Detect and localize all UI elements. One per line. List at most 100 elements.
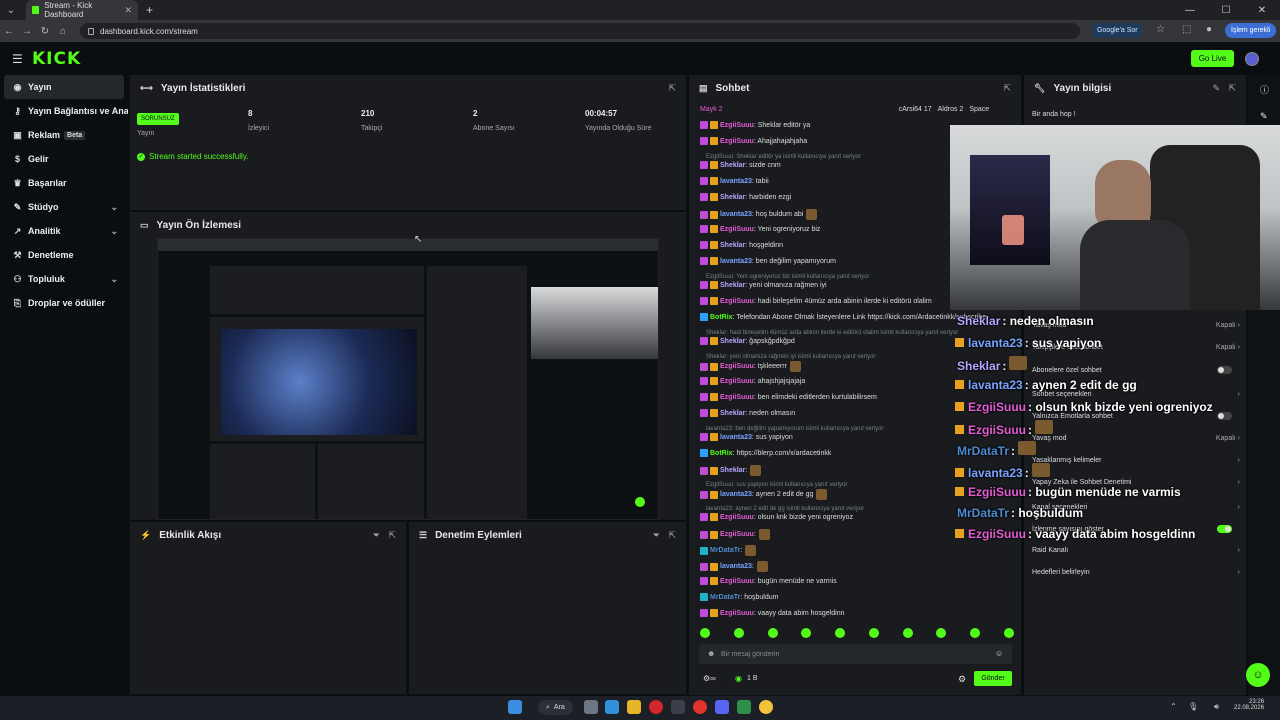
settings-row[interactable]: Abonelere özel sohbet [1032,366,1240,374]
sidebar-item-denetleme[interactable]: ⚒ Denetleme [0,243,128,267]
settings-row[interactable]: Yavaş mod Kapalı › [1032,435,1240,442]
chat-username[interactable]: BotRix [710,314,733,321]
start-icon[interactable] [508,700,522,714]
close-tab-icon[interactable]: ✕ [124,5,132,16]
chat-username[interactable]: lavanta23 [720,258,752,265]
discord-icon[interactable] [715,700,729,714]
star-icon[interactable]: ☆ [1156,24,1165,35]
toggle-switch[interactable] [1217,366,1232,374]
menu-icon[interactable]: ☰ [12,52,23,66]
settings-row[interactable]: Sohbet seçenekleri › [1032,391,1240,398]
chat-username[interactable]: lavanta23 [720,178,752,185]
popout-icon[interactable]: ⇱ [1003,83,1011,94]
emote-icon[interactable] [902,628,913,638]
filter-icon[interactable]: ⏷ [373,530,380,541]
top-supporter[interactable]: Aldros 2 [938,106,964,113]
edit-icon[interactable]: ✎ [1212,83,1220,94]
chat-username[interactable]: EzgiiSuuu [720,363,754,370]
app-icon[interactable] [671,700,685,714]
chat-username[interactable]: Sheklar [720,338,745,345]
emote-picker-icon[interactable]: ☻ [707,649,715,658]
chat-username[interactable]: Sheklar [720,242,745,249]
sidebar-item-reklam[interactable]: ▣ Reklam Beta [0,123,128,147]
info-icon[interactable]: ⓘ [1260,83,1269,96]
site-info-icon[interactable] [88,27,94,35]
emote-icon[interactable] [801,628,812,638]
volume-icon[interactable]: 🔊︎ [1214,702,1219,712]
emote-icon[interactable] [700,628,710,638]
emote-icon[interactable] [733,628,744,638]
popout-icon[interactable]: ⇱ [668,83,676,94]
forward-icon[interactable]: → [18,26,36,37]
go-live-button[interactable]: Go Live [1191,50,1234,67]
window-close-icon[interactable]: ✕ [1244,0,1280,20]
explorer-icon[interactable] [627,700,641,714]
back-icon[interactable]: ← [0,26,18,37]
sidebar-item-studyo[interactable]: ✎ Stüdyo ⌄ [0,195,128,219]
tools-icon[interactable]: ✎ [1260,111,1268,122]
minimize-icon[interactable]: — [1172,0,1208,20]
help-chat-button[interactable]: ☺ [1246,663,1270,687]
chat-username[interactable]: BotRix [710,450,733,457]
google-sor-button[interactable]: Google'a Sor [1092,23,1143,38]
smile-icon[interactable]: ☺ [995,649,1003,658]
edge-icon[interactable] [605,700,619,714]
sidebar-item-analitik[interactable]: ↗ Analitik ⌄ [0,219,128,243]
sidebar-item-stream-key[interactable]: ⚷ Yayın Bağlantısı ve Anahtarı [0,99,128,123]
settings-row[interactable]: Yasaklanmış kelimeler › [1032,457,1240,464]
chrome-alt-icon[interactable] [737,700,751,714]
user-avatar[interactable] [1245,52,1259,66]
url-input[interactable]: dashboard.kick.com/stream [80,23,1080,39]
action-required-button[interactable]: İşlem gerekli [1225,23,1277,38]
record-icon[interactable] [693,700,707,714]
toggle-switch[interactable] [1217,412,1232,420]
chat-username[interactable]: lavanta23 [720,563,752,570]
toggle-switch[interactable] [1217,525,1232,533]
sidebar-item-topluluk[interactable]: ⚇ Topluluk ⌄ [0,267,128,291]
filter-icon[interactable]: ⏷ [653,530,660,541]
top-supporter[interactable]: cArsi64 17 [899,106,932,113]
sidebar-item-droplar[interactable]: ⎘ Droplar ve ödüller [0,291,128,315]
chat-username[interactable]: Sheklar [720,194,745,201]
task-view-icon[interactable] [584,700,598,714]
sidebar-item-yayin[interactable]: ◉ Yayın [4,75,124,99]
tab-menu-icon[interactable]: ⌄ [0,5,22,16]
top-supporter[interactable]: Mayk 2 [700,106,723,113]
chat-username[interactable]: EzgiiSuuu [720,138,754,145]
maximize-icon[interactable]: ☐ [1208,0,1244,20]
popout-icon[interactable]: ⇱ [388,530,396,541]
chrome-icon[interactable] [759,700,773,714]
chat-username[interactable]: EzgiiSuuu [720,122,754,129]
extensions-icon[interactable]: ⬚ [1182,24,1191,35]
chat-username[interactable]: EzgiiSuuu [720,610,754,617]
chat-username[interactable]: EzgiiSuuu [720,394,754,401]
sidebar-item-basarilar[interactable]: ♛ Başarılar [0,171,128,195]
emote-icon[interactable] [868,628,879,638]
settings-row[interactable]: Raid Kanalı › [1032,547,1240,554]
chat-username[interactable]: Sheklar [720,410,745,417]
taskbar-search[interactable]: ⌕ Ara [538,700,573,715]
emote-icon[interactable] [1003,628,1014,638]
chat-username[interactable]: EzgiiSuuu [720,226,754,233]
chat-options-icon[interactable]: ⚙∞ [703,674,716,683]
emote-icon[interactable] [767,628,778,638]
chat-username[interactable]: EzgiiSuuu [720,531,754,538]
chat-username[interactable]: Sheklar [720,162,745,169]
chat-input[interactable]: Bir mesaj gönderin [699,644,1012,664]
popout-icon[interactable]: ⇱ [668,530,676,541]
mic-icon[interactable]: 🎙︎ [1188,702,1198,711]
chat-username[interactable]: Sheklar [720,282,745,289]
chat-username[interactable]: MrDataTr [710,594,740,601]
chat-username[interactable]: Sheklar [720,467,745,474]
send-button[interactable]: Gönder [974,671,1012,686]
settings-gear-icon[interactable]: ⚙ [958,674,966,685]
chat-username[interactable]: EzgiiSuuu [720,514,754,521]
settings-row[interactable]: Hedefleri belirleyin › [1032,569,1240,576]
chat-username[interactable]: EzgiiSuuu [720,578,754,585]
chat-username[interactable]: lavanta23 [720,434,752,441]
tray-chevron-icon[interactable]: ⌃ [1170,702,1177,711]
emote-icon[interactable] [970,628,981,638]
browser-tab[interactable]: Stream - Kick Dashboard ✕ [26,0,138,20]
sidebar-item-gelir[interactable]: $ Gelir [0,147,128,171]
emote-icon[interactable] [936,628,947,638]
